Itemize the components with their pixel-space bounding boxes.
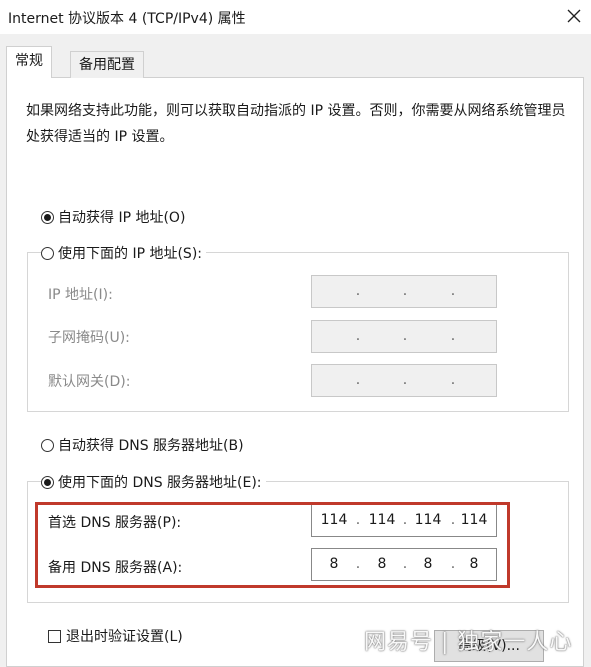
octet-separator: .	[402, 328, 408, 344]
dns-highlight-box	[35, 502, 510, 588]
subnet-mask-field[interactable]: . . .	[311, 320, 497, 353]
radio-auto-ip-label: 自动获得 IP 地址(O)	[58, 210, 186, 226]
default-gateway-label: 默认网关(D):	[48, 374, 131, 390]
checkbox-indicator	[48, 629, 61, 643]
radio-indicator	[41, 475, 54, 489]
default-gateway-field[interactable]: . . .	[311, 364, 497, 397]
radio-auto-dns-label: 自动获得 DNS 服务器地址(B)	[58, 438, 244, 454]
radio-auto-dns[interactable]: 自动获得 DNS 服务器地址(B)	[41, 435, 244, 455]
octet-separator: .	[355, 283, 361, 299]
octet	[364, 365, 400, 396]
octet	[456, 276, 492, 307]
validate-settings-checkbox[interactable]: 退出时验证设置(L)	[48, 626, 183, 646]
radio-manual-ip-label: 使用下面的 IP 地址(S):	[58, 246, 202, 262]
radio-manual-dns-label: 使用下面的 DNS 服务器地址(E):	[58, 475, 262, 491]
title-bar: Internet 协议版本 4 (TCP/IPv4) 属性	[0, 0, 591, 34]
radio-manual-dns[interactable]: 使用下面的 DNS 服务器地址(E):	[41, 472, 266, 492]
octet	[410, 365, 446, 396]
validate-settings-label: 退出时验证设置(L)	[66, 629, 183, 645]
watermark: 网易号 | 独家一人心	[364, 630, 573, 655]
radio-indicator	[41, 246, 54, 260]
ip-address-label: IP 地址(I):	[48, 287, 113, 303]
tab-alternate-config[interactable]: 备用配置	[70, 51, 144, 78]
octet	[316, 365, 352, 396]
octet	[364, 276, 400, 307]
ip-address-field[interactable]: . . .	[311, 275, 497, 308]
octet-separator: .	[355, 372, 361, 388]
radio-manual-ip[interactable]: 使用下面的 IP 地址(S):	[41, 243, 206, 263]
tab-general[interactable]: 常规	[6, 46, 52, 78]
octet-separator: .	[402, 372, 408, 388]
close-button[interactable]	[557, 0, 591, 34]
subnet-mask-label: 子网掩码(U):	[48, 330, 130, 346]
close-icon	[567, 9, 581, 23]
radio-auto-ip[interactable]: 自动获得 IP 地址(O)	[41, 207, 186, 227]
octet	[410, 276, 446, 307]
window-title: Internet 协议版本 4 (TCP/IPv4) 属性	[8, 11, 246, 27]
radio-indicator	[41, 210, 54, 224]
octet-separator: .	[402, 283, 408, 299]
octet	[364, 321, 400, 352]
octet	[316, 276, 352, 307]
intro-text: 如果网络支持此功能，则可以获取自动指派的 IP 设置。否则，你需要从网络系统管理…	[26, 103, 566, 145]
octet	[410, 321, 446, 352]
radio-indicator	[41, 438, 54, 452]
octet	[456, 365, 492, 396]
octet	[456, 321, 492, 352]
octet	[316, 321, 352, 352]
octet-separator: .	[355, 328, 361, 344]
